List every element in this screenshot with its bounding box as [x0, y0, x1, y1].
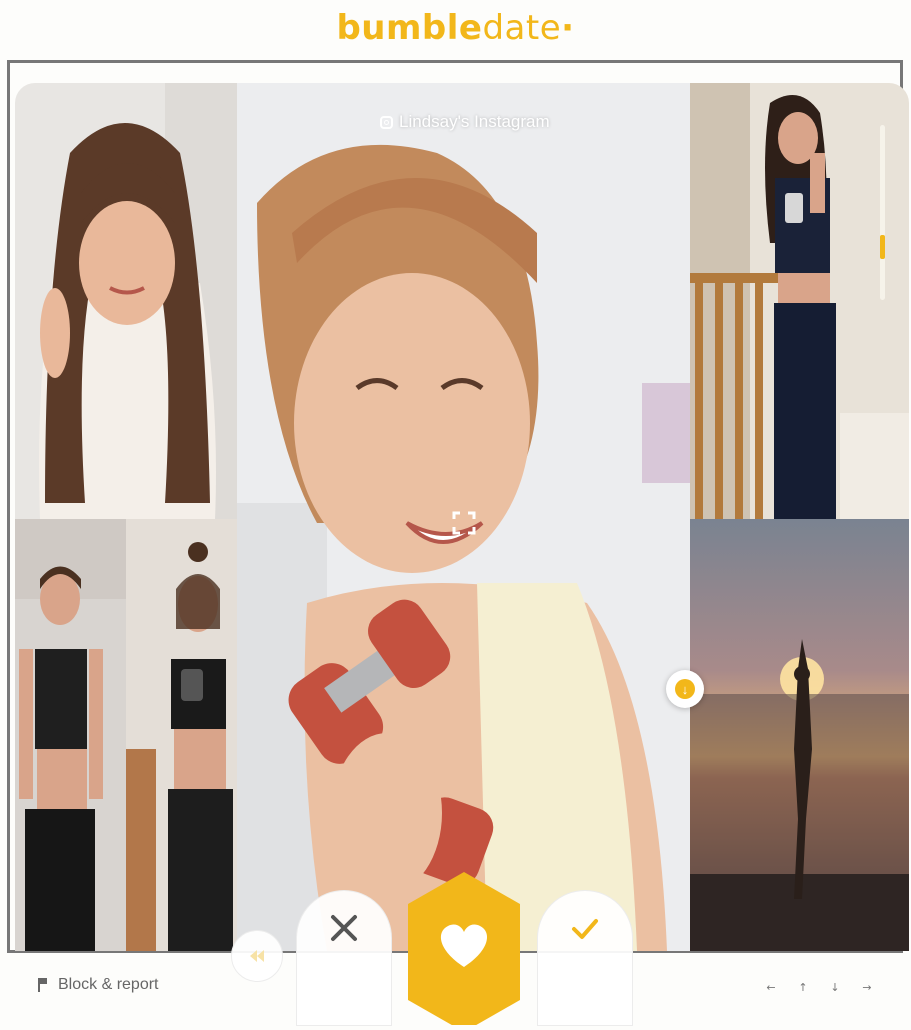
profile-photo-2[interactable] — [15, 519, 126, 951]
profile-scrollbar[interactable] — [880, 125, 885, 300]
block-report-link[interactable]: Block & report — [38, 976, 158, 994]
profile-photo-1[interactable] — [15, 83, 237, 519]
instagram-icon — [380, 115, 393, 129]
check-icon — [572, 919, 598, 939]
pass-button[interactable] — [296, 890, 392, 1026]
like-button[interactable] — [408, 872, 520, 1030]
superswipe-button[interactable] — [537, 890, 633, 1026]
key-up-hint: ↑ — [798, 980, 808, 994]
logo-suffix: · — [561, 7, 575, 48]
scroll-down-button[interactable]: ↓ — [666, 670, 704, 708]
key-down-hint: ↓ — [830, 980, 840, 994]
expand-icon[interactable] — [451, 510, 477, 536]
logo-text-date: date — [482, 7, 562, 48]
undo-button[interactable] — [231, 930, 283, 982]
profile-photo-4[interactable] — [690, 83, 909, 519]
arrow-down-icon: ↓ — [675, 679, 695, 699]
undo-icon — [250, 950, 264, 962]
x-icon — [331, 915, 357, 941]
bumble-date-logo: bumble date · — [0, 0, 911, 55]
instagram-label-text: Lindsay's Instagram — [399, 112, 550, 131]
key-left-hint: ← — [766, 980, 776, 994]
instagram-label: Lindsay's Instagram — [380, 109, 550, 135]
keyboard-hints: ← ↑ ↓ → — [763, 978, 875, 996]
profile-photo-3[interactable] — [126, 519, 237, 951]
scrollbar-thumb[interactable] — [880, 235, 885, 259]
profile-photo-5[interactable] — [690, 519, 909, 951]
flag-icon — [38, 978, 48, 992]
key-right-hint: → — [862, 980, 872, 994]
logo-text: bumble — [336, 7, 483, 48]
block-report-label: Block & report — [58, 976, 159, 993]
